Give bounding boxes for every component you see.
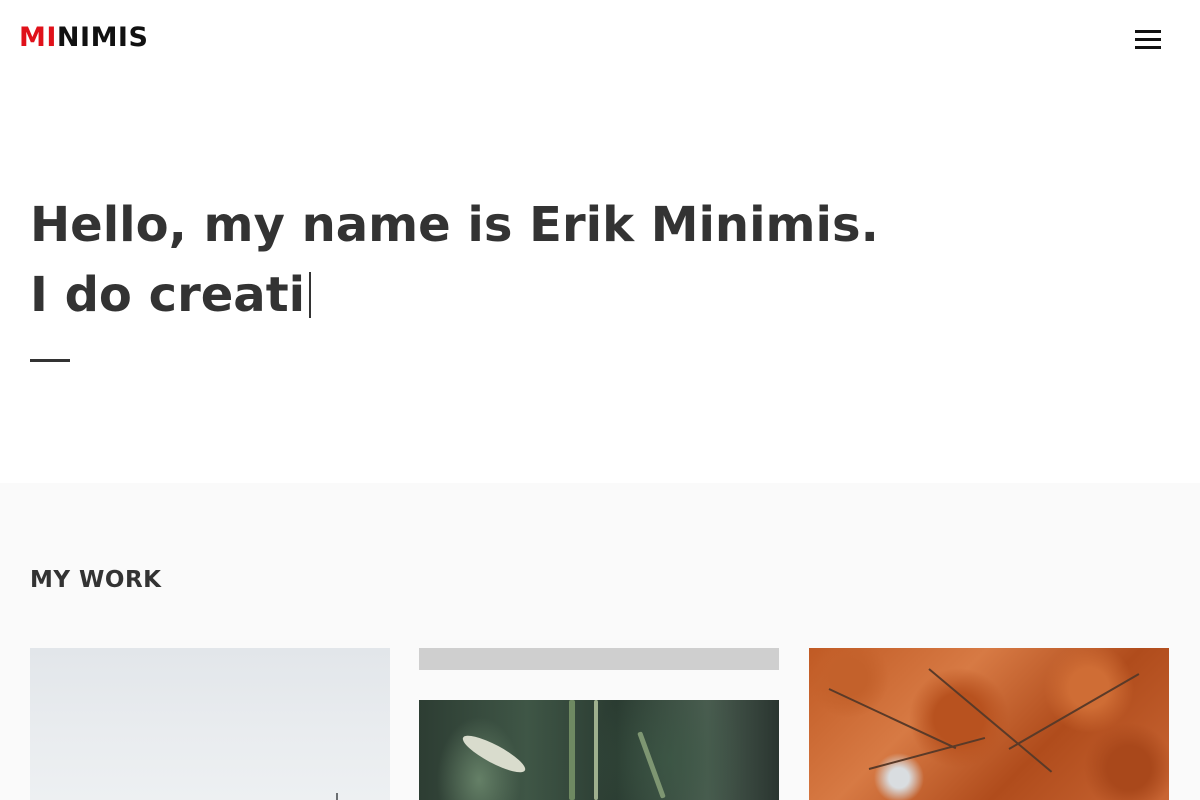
site-header: MINIMIS [0, 0, 1200, 80]
hero-divider [30, 359, 70, 362]
tree-branch [928, 668, 1053, 773]
logo-accent: MI [19, 22, 57, 53]
menu-bar [1135, 46, 1161, 49]
hero-section: Hello, my name is Erik Minimis. I do cre… [0, 80, 1200, 483]
site-logo[interactable]: MINIMIS [19, 22, 148, 54]
grass-blade [569, 700, 575, 800]
grass-blade [637, 731, 666, 799]
work-section: MY WORK [0, 483, 1200, 800]
tree-branch [1008, 673, 1140, 750]
menu-bar [1135, 38, 1161, 41]
logo-rest: NIMIS [56, 22, 149, 53]
grass-blade [594, 700, 598, 800]
grass-seed-head [458, 729, 530, 779]
work-heading: MY WORK [30, 567, 162, 593]
hero-line-2: I do creati [30, 260, 879, 330]
hero-title: Hello, my name is Erik Minimis. I do cre… [30, 190, 879, 330]
hero-line-1: Hello, my name is Erik Minimis. [30, 197, 879, 253]
typing-caret [309, 272, 312, 318]
hamburger-menu-icon[interactable] [1132, 28, 1164, 52]
work-item-misty-field[interactable] [30, 648, 390, 800]
typed-text: I do creati [30, 267, 306, 323]
tree-branch [828, 688, 957, 750]
tree-branch [868, 736, 986, 770]
menu-bar [1135, 30, 1161, 33]
work-item-autumn-tree[interactable] [809, 648, 1169, 800]
plant-stalk [336, 793, 338, 800]
work-item-placeholder-bar [419, 648, 779, 670]
work-item-grass-closeup[interactable] [419, 700, 779, 800]
